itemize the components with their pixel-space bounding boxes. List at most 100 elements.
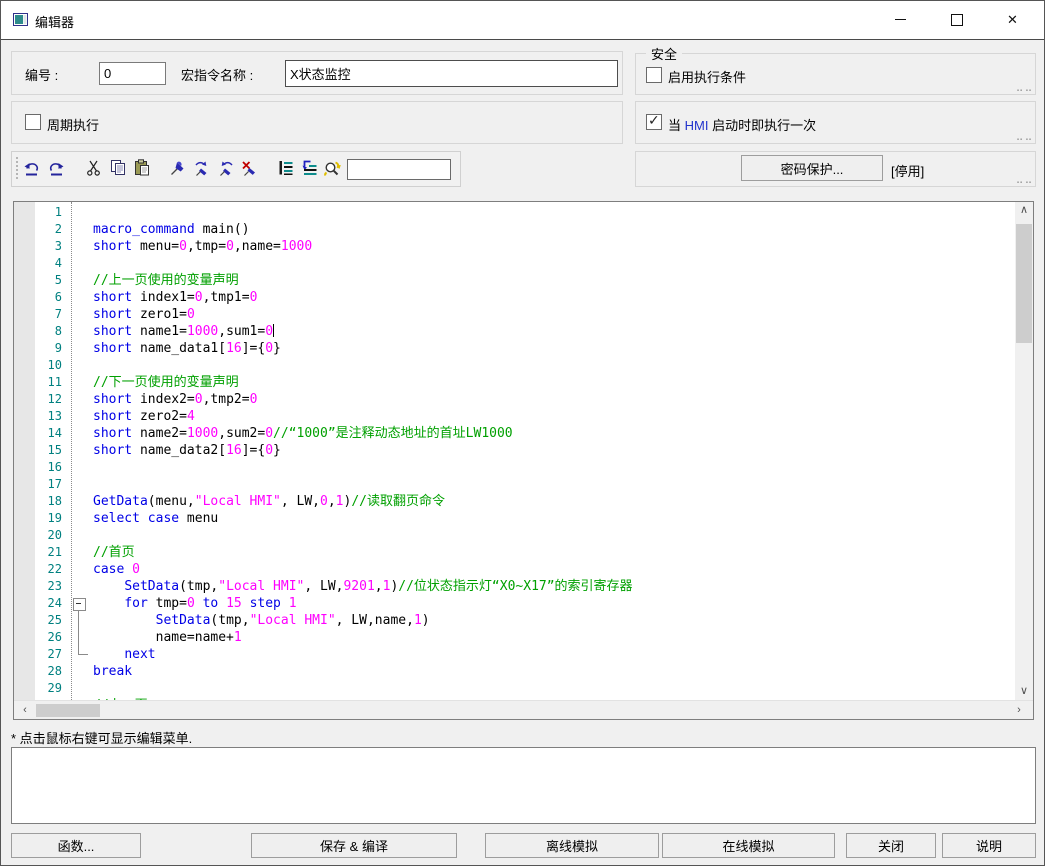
code-line[interactable]: [93, 459, 633, 476]
scroll-left-icon[interactable]: ‹: [16, 702, 34, 719]
code-line[interactable]: select case menu: [93, 510, 633, 527]
code-line[interactable]: [93, 527, 633, 544]
horizontal-scrollbar[interactable]: ‹ ›: [14, 700, 1033, 720]
close-dialog-button[interactable]: 关闭: [846, 833, 936, 858]
line-number: 18: [14, 493, 65, 510]
periodic-exec-checkbox[interactable]: [25, 114, 41, 130]
code-line[interactable]: short menu=0,tmp=0,name=1000: [93, 238, 633, 255]
online-sim-button[interactable]: 在线模拟: [662, 833, 835, 858]
gutter-separator: [71, 202, 72, 700]
line-number: 7: [14, 306, 65, 323]
outdent-icon[interactable]: [301, 159, 321, 179]
line-number: 11: [14, 374, 65, 391]
code-line[interactable]: [93, 680, 633, 697]
periodic-panel: [11, 101, 623, 144]
code-line[interactable]: short index2=0,tmp2=0: [93, 391, 633, 408]
line-number: 19: [14, 510, 65, 527]
line-number: 21: [14, 544, 65, 561]
panel-grip: ▪▪ ▪▪: [1017, 137, 1032, 143]
line-number: 9: [14, 340, 65, 357]
code-editor[interactable]: 1234567891011121314151617181920212223242…: [13, 201, 1034, 720]
code-line[interactable]: //下一页使用的变量声明: [93, 374, 633, 391]
cut-icon[interactable]: [85, 159, 105, 179]
code-line[interactable]: GetData(menu,"Local HMI", LW,0,1)//读取翻页命…: [93, 493, 633, 510]
code-line[interactable]: short zero1=0: [93, 306, 633, 323]
paste-icon[interactable]: [133, 159, 153, 179]
line-number: 8: [14, 323, 65, 340]
fold-guide-line: [78, 610, 79, 654]
code-line[interactable]: short name_data1[16]={0}: [93, 340, 633, 357]
code-line[interactable]: break: [93, 663, 633, 680]
code-text[interactable]: macro_command main()short menu=0,tmp=0,n…: [93, 204, 633, 714]
code-line[interactable]: SetData(tmp,"Local HMI", LW,9201,1)//位状态…: [93, 578, 633, 595]
text-caret: [273, 324, 274, 337]
line-number: 23: [14, 578, 65, 595]
scroll-right-icon[interactable]: ›: [1010, 702, 1028, 719]
code-line[interactable]: macro_command main(): [93, 221, 633, 238]
maximize-button[interactable]: [934, 1, 979, 38]
code-line[interactable]: SetData(tmp,"Local HMI", LW,name,1): [93, 612, 633, 629]
functions-button[interactable]: 函数...: [11, 833, 141, 858]
minimize-icon: [895, 19, 906, 20]
code-line[interactable]: [93, 204, 633, 221]
code-line[interactable]: short name1=1000,sum1=0: [93, 323, 633, 340]
bookmark-toggle-icon[interactable]: [169, 159, 189, 179]
help-button[interactable]: 说明: [942, 833, 1036, 858]
vertical-scrollbar-thumb[interactable]: [1016, 224, 1032, 343]
bookmark-next-icon[interactable]: [193, 159, 213, 179]
code-line[interactable]: [93, 255, 633, 272]
close-button[interactable]: ✕: [990, 1, 1035, 38]
line-number: 5: [14, 272, 65, 289]
password-status: [停用]: [891, 161, 924, 180]
line-number: 14: [14, 425, 65, 442]
indent-icon[interactable]: [277, 159, 297, 179]
bookmark-clear-icon[interactable]: [241, 159, 261, 179]
code-line[interactable]: short name_data2[16]={0}: [93, 442, 633, 459]
password-protect-button[interactable]: 密码保护...: [741, 155, 883, 181]
code-line[interactable]: short index1=0,tmp1=0: [93, 289, 633, 306]
offline-sim-button[interactable]: 离线模拟: [485, 833, 659, 858]
macro-id-label: 编号 :: [25, 65, 58, 84]
fold-collapse-icon[interactable]: [73, 598, 86, 611]
code-line[interactable]: //首页: [93, 544, 633, 561]
code-line[interactable]: [93, 476, 633, 493]
redo-icon[interactable]: [47, 159, 67, 179]
undo-icon[interactable]: [23, 159, 43, 179]
code-line[interactable]: short zero2=4: [93, 408, 633, 425]
run-on-hmi-startup-label: 当 HMI 启动时即执行一次: [668, 115, 816, 134]
macro-id-input[interactable]: [99, 62, 166, 85]
vertical-scrollbar[interactable]: ∧ ∨: [1015, 202, 1033, 700]
run-on-hmi-startup-checkbox[interactable]: [646, 114, 662, 130]
line-number: 12: [14, 391, 65, 408]
enable-exec-condition-label: 启用执行条件: [668, 67, 746, 86]
code-line[interactable]: [93, 357, 633, 374]
line-number: 24: [14, 595, 65, 612]
minimize-button[interactable]: [878, 1, 923, 38]
macro-name-input[interactable]: [285, 60, 618, 87]
scroll-down-icon[interactable]: ∨: [1015, 683, 1033, 700]
code-line[interactable]: for tmp=0 to 15 step 1: [93, 595, 633, 612]
code-line[interactable]: name=name+1: [93, 629, 633, 646]
line-number: 29: [14, 680, 65, 697]
line-number: 25: [14, 612, 65, 629]
compile-message-box[interactable]: [11, 747, 1036, 824]
line-number: 2: [14, 221, 65, 238]
bookmark-prev-icon[interactable]: [217, 159, 237, 179]
search-input[interactable]: [347, 159, 451, 180]
code-line[interactable]: short name2=1000,sum2=0//“1000”是注释动态地址的首…: [93, 425, 633, 442]
find-replace-icon[interactable]: [323, 159, 343, 179]
enable-exec-condition-checkbox[interactable]: [646, 67, 662, 83]
save-compile-button[interactable]: 保存 & 编译: [251, 833, 457, 858]
line-number: 3: [14, 238, 65, 255]
periodic-exec-label: 周期执行: [47, 115, 99, 134]
code-line[interactable]: case 0: [93, 561, 633, 578]
copy-icon[interactable]: [109, 159, 129, 179]
toolbar-grip[interactable]: [16, 157, 22, 179]
code-line[interactable]: //上一页使用的变量声明: [93, 272, 633, 289]
horizontal-scrollbar-thumb[interactable]: [36, 704, 100, 717]
fold-guide-end: [78, 654, 88, 655]
macro-name-label: 宏指令名称 :: [181, 65, 253, 84]
code-line[interactable]: next: [93, 646, 633, 663]
line-number: 4: [14, 255, 65, 272]
scroll-up-icon[interactable]: ∧: [1015, 202, 1033, 219]
